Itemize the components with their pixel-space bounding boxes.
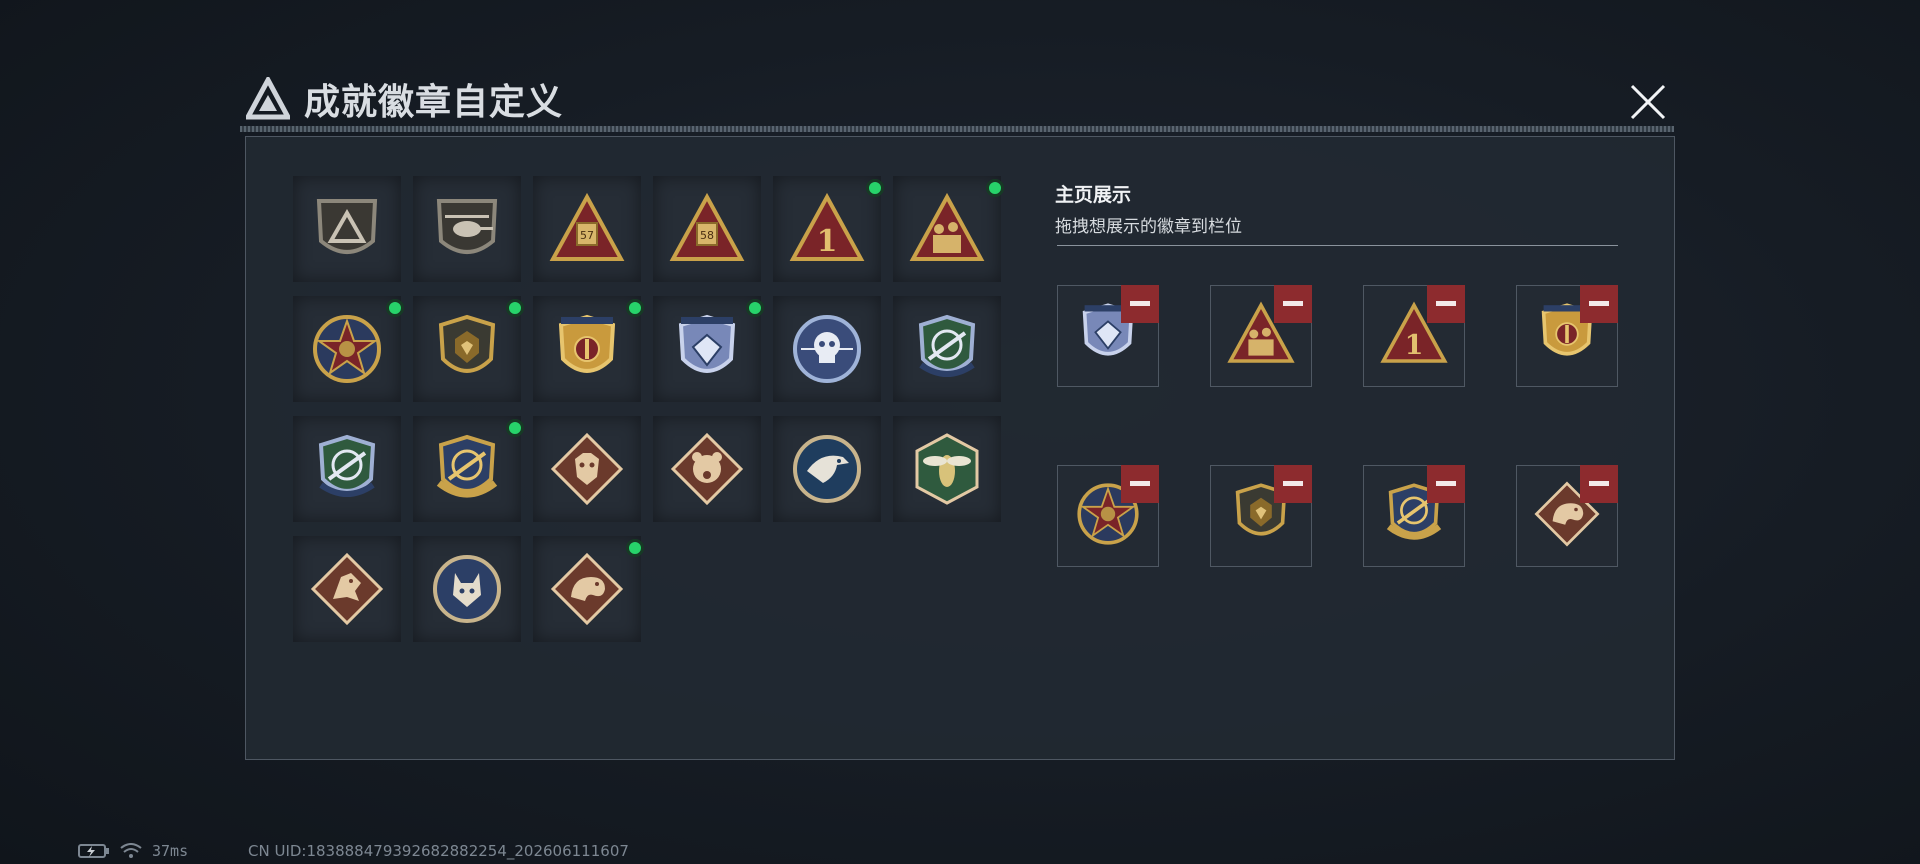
badge-cell[interactable] — [893, 176, 1004, 282]
triangle-57-badge-icon: 57 — [549, 192, 625, 261]
crosshair-rifle-green-badge-icon — [318, 434, 376, 497]
new-indicator-dot — [866, 179, 884, 197]
badge-cell[interactable] — [293, 416, 401, 522]
serpent-diamond-badge-icon — [550, 552, 624, 626]
battery-icon — [78, 844, 109, 858]
remove-badge-button[interactable] — [1580, 285, 1618, 323]
triangle-logo-shield-badge-icon — [316, 199, 378, 254]
display-slot[interactable] — [1057, 465, 1159, 567]
badge-cell[interactable] — [293, 536, 401, 642]
eagle-round-badge-icon — [793, 435, 861, 503]
display-slot[interactable] — [1210, 465, 1312, 567]
new-indicator-dot — [986, 179, 1004, 197]
homepage-display-title: 主页展示 — [1055, 184, 1132, 206]
window-title: 成就徽章自定义 — [304, 82, 564, 123]
svg-text:1: 1 — [1405, 330, 1424, 361]
remove-badge-button[interactable] — [1427, 465, 1465, 503]
triangle-rank-1-badge-icon: 1 — [789, 192, 865, 261]
badge-cell[interactable] — [293, 176, 401, 282]
remove-badge-button[interactable] — [1121, 465, 1159, 503]
blue-diamond-shield-badge-icon — [678, 314, 736, 373]
badge-cell[interactable] — [413, 416, 524, 522]
new-indicator-dot — [626, 539, 644, 557]
bear-diamond-badge-icon — [670, 432, 744, 506]
badge-cell[interactable] — [773, 296, 881, 402]
remove-badge-button[interactable] — [1121, 285, 1159, 323]
badge-cell[interactable]: 58 — [653, 176, 761, 282]
new-indicator-dot — [746, 299, 764, 317]
crosshair-rifle-blue-badge-icon — [918, 314, 976, 377]
dark-shield-emblem-badge-icon — [438, 314, 496, 373]
star-medal-badge-icon — [313, 315, 381, 383]
badge-cell[interactable] — [413, 176, 521, 282]
wifi-icon — [120, 843, 142, 858]
user-uid: CN UID:18388847939268288​2254_2026061116… — [248, 842, 629, 860]
dragon-diamond-badge-icon — [310, 552, 384, 626]
window-header: 成就徽章自定义 — [246, 74, 563, 124]
title-divider — [240, 126, 1674, 132]
svg-text:58: 58 — [700, 229, 714, 242]
display-slot[interactable]: 1 — [1363, 285, 1465, 387]
lynx-round-badge-icon — [433, 555, 501, 623]
badge-cell[interactable]: 57 — [533, 176, 641, 282]
display-slot[interactable] — [1516, 285, 1618, 387]
new-indicator-dot — [626, 299, 644, 317]
new-indicator-dot — [506, 419, 524, 437]
status-bar: 37ms — [78, 842, 188, 860]
badge-cell[interactable] — [413, 296, 524, 402]
new-indicator-dot — [506, 299, 524, 317]
remove-badge-button[interactable] — [1274, 285, 1312, 323]
game-logo-icon — [246, 77, 290, 120]
badge-cell[interactable] — [653, 296, 764, 402]
wolf-diamond-badge-icon — [550, 432, 624, 506]
remove-badge-button[interactable] — [1427, 285, 1465, 323]
gold-laurel-shield-badge-icon — [558, 314, 616, 373]
display-divider — [1057, 245, 1618, 246]
homepage-display-hint: 拖拽想展示的徽章到栏位 — [1055, 217, 1242, 237]
triangle-soldiers-badge-icon — [909, 192, 985, 261]
badge-cell[interactable] — [893, 416, 1001, 522]
display-slot[interactable] — [1057, 285, 1159, 387]
gold-crosshair-shield-badge-icon — [436, 434, 498, 498]
badge-cell[interactable] — [293, 296, 404, 402]
badge-cell[interactable]: 1 — [773, 176, 884, 282]
display-slot[interactable] — [1210, 285, 1312, 387]
display-slot[interactable] — [1516, 465, 1618, 567]
triangle-58-badge-icon: 58 — [669, 192, 745, 261]
badge-cell[interactable] — [653, 416, 761, 522]
ping-value: 37ms — [152, 842, 189, 860]
close-icon[interactable] — [1626, 80, 1670, 124]
hornet-hexagon-badge-icon — [915, 433, 979, 505]
badge-cell[interactable] — [773, 416, 881, 522]
svg-text:1: 1 — [817, 224, 838, 259]
badge-cell[interactable] — [533, 296, 644, 402]
badge-cell[interactable] — [533, 416, 641, 522]
display-slot[interactable] — [1363, 465, 1465, 567]
helicopter-shield-badge-icon — [436, 199, 498, 254]
skull-round-badge-icon — [793, 315, 861, 383]
remove-badge-button[interactable] — [1580, 465, 1618, 503]
badge-cell[interactable] — [893, 296, 1001, 402]
svg-text:57: 57 — [580, 229, 594, 242]
remove-badge-button[interactable] — [1274, 465, 1312, 503]
badge-cell[interactable] — [413, 536, 521, 642]
new-indicator-dot — [386, 299, 404, 317]
badge-cell[interactable] — [533, 536, 644, 642]
